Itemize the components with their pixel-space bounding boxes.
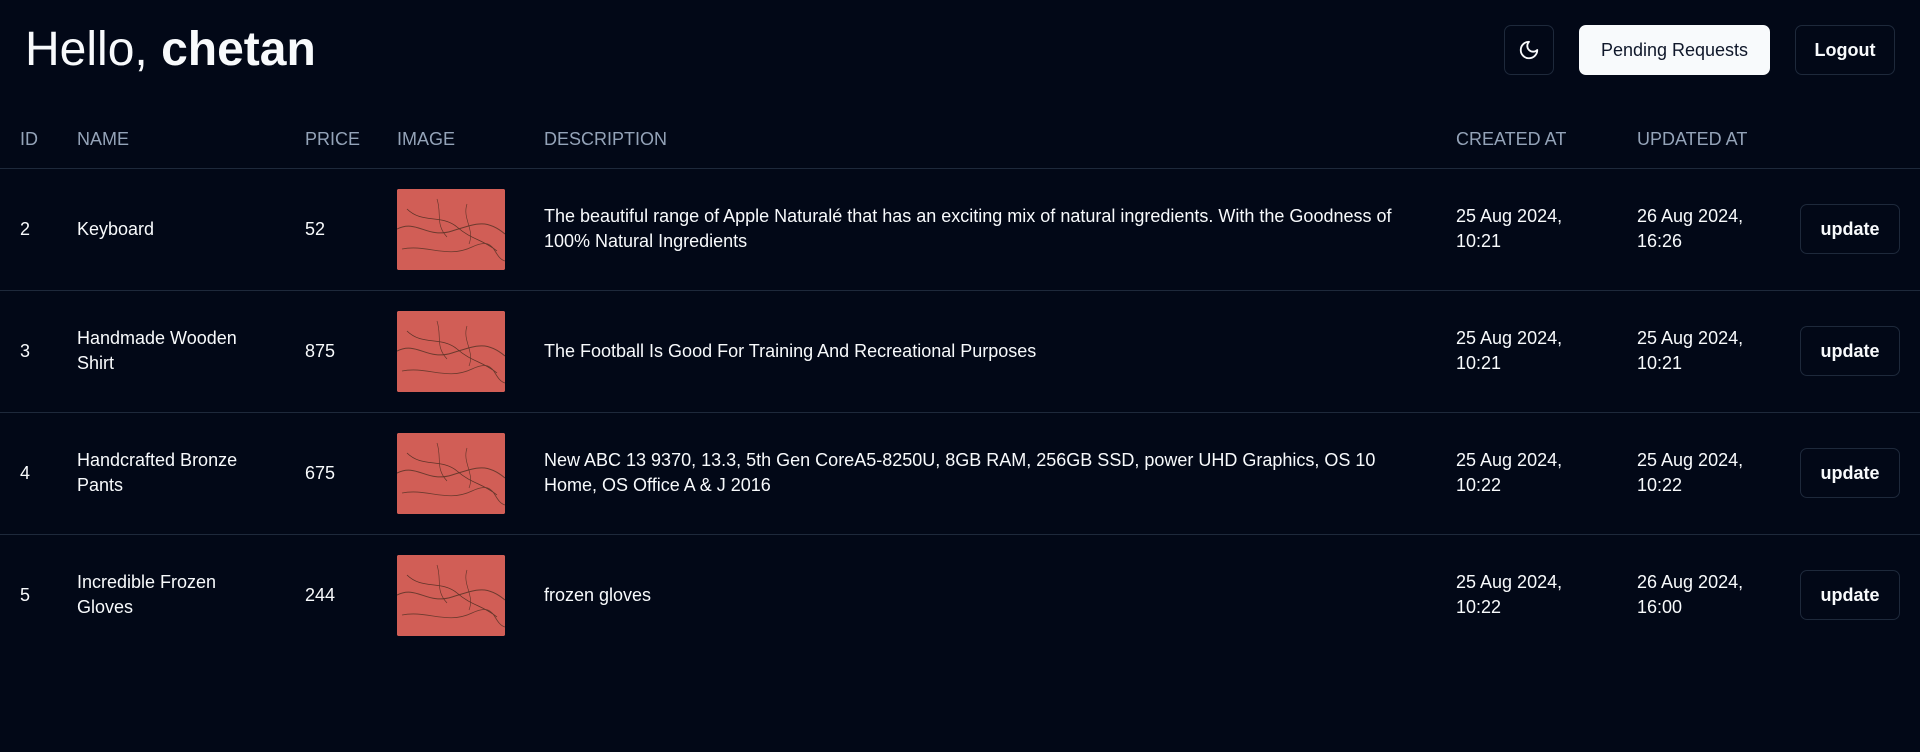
cell-image xyxy=(377,534,524,656)
cell-name: Incredible Frozen Gloves xyxy=(77,572,217,618)
cell-id: 4 xyxy=(0,412,57,535)
cell-description: The Football Is Good For Training And Re… xyxy=(524,290,1436,413)
column-header-created-at: CREATED AT xyxy=(1436,112,1617,169)
cell-description: New ABC 13 9370, 13.3, 5th Gen CoreA5-82… xyxy=(524,412,1436,535)
cell-created-at: 25 Aug 2024, 10:21 xyxy=(1436,290,1617,413)
cell-image xyxy=(377,168,524,291)
update-button[interactable]: update xyxy=(1800,448,1900,498)
products-table: ID NAME PRICE IMAGE DESCRIPTION CREATED … xyxy=(0,112,1920,656)
cell-id: 2 xyxy=(0,168,57,291)
column-header-description: DESCRIPTION xyxy=(524,112,1436,169)
product-image xyxy=(397,310,505,392)
cell-name: Handcrafted Bronze Pants xyxy=(57,412,285,535)
cell-action: update xyxy=(1798,534,1920,656)
username: chetan xyxy=(161,23,316,76)
cell-name: Handmade Wooden Shirt xyxy=(57,290,285,413)
update-button[interactable]: update xyxy=(1800,326,1900,376)
table-row: 2 Keyboard 52 The beautiful range of App… xyxy=(0,168,1920,291)
cell-id: 5 xyxy=(20,584,31,605)
logout-button[interactable]: Logout xyxy=(1795,25,1895,75)
cell-created-at: 25 Aug 2024, 10:21 xyxy=(1436,168,1617,291)
cell-image xyxy=(377,412,524,535)
cell-id: 3 xyxy=(0,290,57,413)
product-image xyxy=(397,554,505,636)
cell-updated-at: 26 Aug 2024, 16:00 xyxy=(1637,572,1744,618)
page-header: Hello, chetan Pending Requests Logout xyxy=(0,0,1920,100)
moon-icon xyxy=(1519,40,1539,60)
cell-name: Keyboard xyxy=(57,168,285,291)
update-button[interactable]: update xyxy=(1800,570,1900,621)
table-header-row: ID NAME PRICE IMAGE DESCRIPTION CREATED … xyxy=(0,112,1920,169)
column-header-id: ID xyxy=(0,112,57,169)
cell-price: 244 xyxy=(305,584,336,605)
column-header-image: IMAGE xyxy=(377,112,524,169)
greeting-prefix: Hello, xyxy=(25,23,148,76)
theme-toggle-button[interactable] xyxy=(1504,25,1554,75)
cell-description: frozen gloves xyxy=(544,584,652,605)
table-row: 3 Handmade Wooden Shirt 875 The Football… xyxy=(0,290,1920,413)
cell-action: update xyxy=(1798,168,1920,291)
column-header-updated-at: UPDATED AT xyxy=(1617,112,1798,169)
column-header-price: PRICE xyxy=(285,112,377,169)
header-actions: Pending Requests Logout xyxy=(1504,25,1895,75)
product-image xyxy=(397,432,505,514)
page-title: Hello, chetan xyxy=(25,22,316,78)
cell-price: 675 xyxy=(285,412,377,535)
pending-requests-button[interactable]: Pending Requests xyxy=(1579,25,1770,75)
cell-updated-at: 25 Aug 2024, 10:22 xyxy=(1617,412,1798,535)
cell-action: update xyxy=(1798,412,1920,535)
product-image xyxy=(397,188,505,270)
column-header-actions xyxy=(1798,112,1920,169)
table-row: 5 Incredible Frozen Gloves 244 frozen gl… xyxy=(0,534,1920,656)
cell-action: update xyxy=(1798,290,1920,413)
column-header-name: NAME xyxy=(57,112,285,169)
update-button[interactable]: update xyxy=(1800,204,1900,254)
cell-price: 875 xyxy=(285,290,377,413)
cell-updated-at: 26 Aug 2024, 16:26 xyxy=(1617,168,1798,291)
cell-price: 52 xyxy=(285,168,377,291)
cell-created-at: 25 Aug 2024, 10:22 xyxy=(1456,572,1563,618)
table-row: 4 Handcrafted Bronze Pants 675 New ABC 1… xyxy=(0,412,1920,535)
cell-description: The beautiful range of Apple Naturalé th… xyxy=(524,168,1436,291)
cell-image xyxy=(377,290,524,413)
cell-created-at: 25 Aug 2024, 10:22 xyxy=(1436,412,1617,535)
cell-updated-at: 25 Aug 2024, 10:21 xyxy=(1617,290,1798,413)
